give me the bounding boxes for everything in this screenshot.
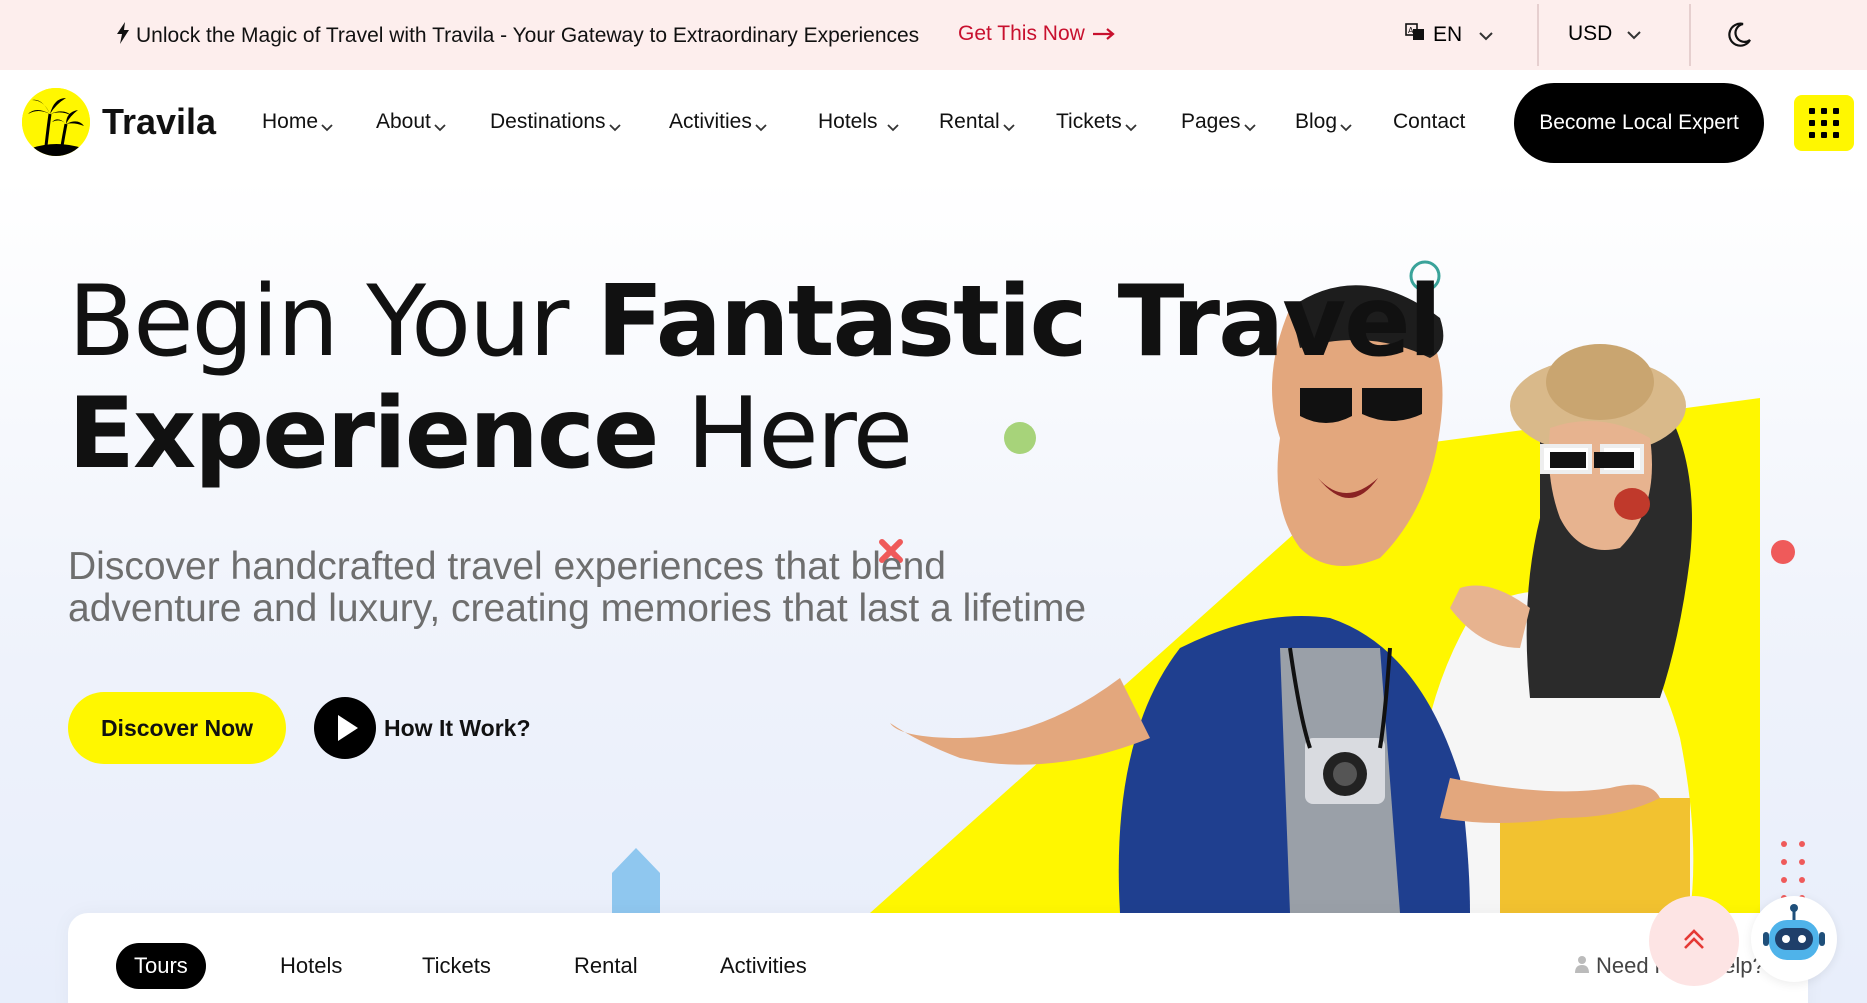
announcement-bar: Unlock the Magic of Travel with Travila … — [0, 0, 1867, 70]
grid-dot — [1809, 132, 1815, 138]
chevron-down-icon — [1339, 115, 1353, 132]
title-light-2: Here — [657, 377, 913, 491]
site-header: Travila Home About Destinations Activiti… — [0, 70, 1867, 178]
nav-label[interactable]: About — [376, 110, 431, 134]
currency-selector[interactable]: USD — [1568, 22, 1642, 46]
chevron-down-icon — [433, 115, 447, 132]
how-it-works-label[interactable]: How It Work? — [384, 715, 531, 742]
svg-text:A: A — [1408, 26, 1414, 35]
hero-title: Begin Your Fantastic Travel Experience H… — [68, 265, 1443, 491]
grid-dot — [1833, 132, 1839, 138]
palm-tree-icon — [22, 88, 90, 156]
nav-item-hotels[interactable]: Hotels — [818, 110, 900, 134]
nav-item-pages[interactable]: Pages — [1181, 110, 1257, 134]
apps-menu-button[interactable] — [1794, 95, 1854, 151]
discover-now-button[interactable]: Discover Now — [68, 692, 286, 764]
divider — [1689, 4, 1691, 66]
how-it-works-button[interactable]: How It Work? — [314, 697, 531, 759]
currency-label[interactable]: USD — [1568, 22, 1612, 46]
grid-dot — [1821, 132, 1827, 138]
promo-message: Unlock the Magic of Travel with Travila … — [116, 22, 919, 50]
nav-item-destinations[interactable]: Destinations — [490, 110, 622, 134]
lightning-icon — [116, 22, 130, 50]
nav-item-rental[interactable]: Rental — [939, 110, 1016, 134]
chevron-down-icon — [1478, 23, 1494, 47]
nav-item-tickets[interactable]: Tickets — [1056, 110, 1138, 134]
user-icon — [1574, 953, 1590, 979]
double-chevron-up-icon — [1681, 926, 1707, 957]
translate-icon: A — [1405, 22, 1425, 48]
promo-text: Unlock the Magic of Travel with Travila … — [136, 24, 920, 47]
hero-subtitle: Discover handcrafted travel experiences … — [68, 545, 1087, 630]
chevron-down-icon — [1243, 115, 1257, 132]
title-bold-2: Experience — [68, 377, 659, 491]
nav-item-about[interactable]: About — [376, 110, 447, 134]
nav-label[interactable]: Contact — [1393, 110, 1465, 134]
promo-link-label[interactable]: Get This Now — [958, 22, 1085, 46]
nav-label[interactable]: Pages — [1181, 110, 1241, 134]
nav-label[interactable]: Destinations — [490, 110, 606, 134]
title-light-1: Begin Your — [68, 265, 597, 379]
become-local-expert-button[interactable]: Become Local Expert — [1514, 83, 1764, 163]
title-bold-1: Fantastic Travel — [596, 265, 1443, 379]
nav-label[interactable]: Activities — [669, 110, 752, 134]
chevron-down-icon — [320, 115, 334, 132]
nav-label[interactable]: Tickets — [1056, 110, 1122, 134]
divider — [1537, 4, 1539, 66]
nav-label[interactable]: Hotels — [818, 110, 878, 134]
tab-hotels[interactable]: Hotels — [280, 953, 342, 979]
nav-item-home[interactable]: Home — [262, 110, 334, 134]
nav-label[interactable]: Rental — [939, 110, 1000, 134]
chevron-down-icon — [1002, 115, 1016, 132]
dark-mode-toggle[interactable] — [1724, 20, 1754, 50]
moon-icon — [1724, 22, 1754, 54]
robot-icon — [1751, 904, 1837, 986]
grid-dot — [1821, 108, 1827, 114]
brand-logo[interactable]: Travila — [22, 88, 216, 156]
chevron-down-icon — [754, 115, 768, 132]
grid-dot — [1809, 108, 1815, 114]
nav-label[interactable]: Home — [262, 110, 318, 134]
nav-item-contact[interactable]: Contact — [1393, 110, 1465, 134]
tab-tours[interactable]: Tours — [116, 943, 206, 989]
chevron-down-icon — [1626, 22, 1642, 46]
chevron-down-icon — [1124, 115, 1138, 132]
grid-dot — [1821, 120, 1827, 126]
chevron-down-icon — [608, 115, 622, 132]
search-panel: Tours Hotels Tickets Rental Activities N… — [68, 913, 1808, 1003]
nav-item-activities[interactable]: Activities — [669, 110, 768, 134]
grid-dot — [1809, 120, 1815, 126]
grid-dot — [1833, 120, 1839, 126]
nav-item-blog[interactable]: Blog — [1295, 110, 1353, 134]
language-selector[interactable]: A EN — [1405, 22, 1494, 48]
tab-rental[interactable]: Rental — [574, 953, 638, 979]
tab-activities[interactable]: Activities — [720, 953, 807, 979]
chevron-down-icon — [886, 115, 900, 132]
brand-name[interactable]: Travila — [102, 101, 216, 143]
arrow-right-icon — [1092, 22, 1115, 46]
chatbot-button[interactable] — [1751, 896, 1837, 982]
nav-label[interactable]: Blog — [1295, 110, 1337, 134]
play-icon[interactable] — [314, 697, 376, 759]
language-label[interactable]: EN — [1433, 23, 1462, 47]
grid-dot — [1833, 108, 1839, 114]
promo-link[interactable]: Get This Now — [958, 22, 1115, 46]
scroll-to-top-button[interactable] — [1649, 896, 1739, 986]
hero-section: Begin Your Fantastic Travel Experience H… — [0, 178, 1867, 1003]
tab-tickets[interactable]: Tickets — [422, 953, 491, 979]
